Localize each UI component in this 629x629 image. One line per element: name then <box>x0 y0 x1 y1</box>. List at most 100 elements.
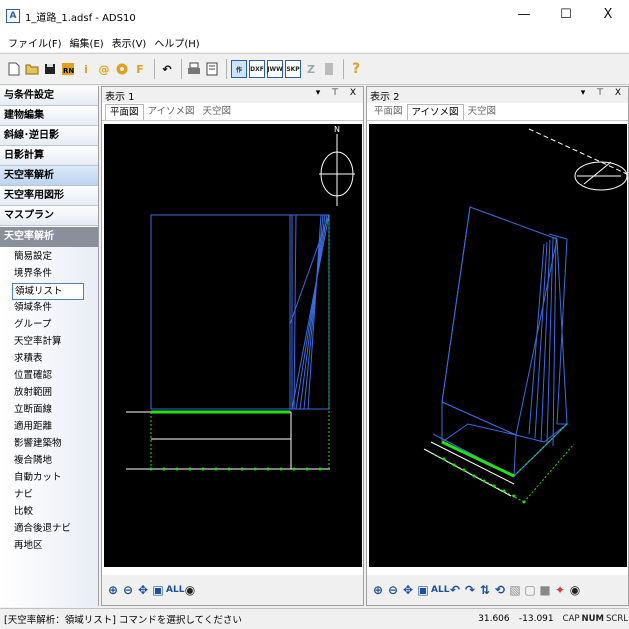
sub-item[interactable]: 複合隣地 <box>0 453 98 470</box>
zoom-window-icon[interactable]: ▣ <box>151 582 165 598</box>
solid-cube-icon[interactable]: ■ <box>538 582 552 598</box>
category-slope-shadow[interactable]: 斜線･逆日影 <box>0 126 98 146</box>
wire-cube-icon[interactable]: ▢ <box>523 582 537 598</box>
z-button[interactable]: Z <box>303 60 319 78</box>
sub-item[interactable]: 簡易設定 <box>0 249 98 266</box>
dxf-button[interactable]: DXF <box>249 60 265 78</box>
skp-button[interactable]: SKP <box>285 60 301 78</box>
status-y-coord: -13.091 <box>518 614 554 624</box>
view-1-controls[interactable]: ▾ ⊤ X <box>316 88 360 98</box>
category-sky-figures[interactable]: 天空率用図形 <box>0 186 98 206</box>
view-panel-2: 表示 2 ▾ ⊤ X 平面図 アイソメ図 天空図 ⊕ ⊖ ✥ ▣ ALL ↶ ↷… <box>366 86 629 606</box>
eye-icon[interactable]: ◉ <box>183 582 197 598</box>
pan-icon[interactable]: ✥ <box>401 582 415 598</box>
sub-item-selected[interactable]: 領域リスト <box>12 283 84 300</box>
toolbar: RN i @ F ↶ 作 DXF JWW SKP Z ? <box>0 53 629 85</box>
category-mass-plan[interactable]: マスプラン <box>0 206 98 226</box>
tab-sky-view[interactable]: 天空図 <box>464 104 501 120</box>
book-icon[interactable] <box>321 60 337 78</box>
maximize-button[interactable]: ☐ <box>545 0 587 32</box>
category-sky-factor[interactable]: 天空率解析 <box>0 166 98 186</box>
view-1-header: 表示 1 ▾ ⊤ X <box>102 87 363 103</box>
gear-icon[interactable] <box>114 60 130 78</box>
zoom-out-icon[interactable]: ⊖ <box>386 582 400 598</box>
close-button[interactable]: X <box>587 0 629 32</box>
sub-item[interactable]: 放射範囲 <box>0 385 98 402</box>
at-icon[interactable]: @ <box>96 60 112 78</box>
sub-item[interactable]: ナビ <box>0 487 98 504</box>
sub-item[interactable]: 求積表 <box>0 351 98 368</box>
jww-button[interactable]: JWW <box>267 60 283 78</box>
menu-file[interactable]: ファイル(F) <box>4 35 66 50</box>
sub-item[interactable]: 立断面線 <box>0 402 98 419</box>
cube-icon[interactable]: ▧ <box>508 582 522 598</box>
view-2-controls[interactable]: ▾ ⊤ X <box>581 88 625 98</box>
tab-plan[interactable]: 平面図 <box>370 104 407 120</box>
zoom-in-icon[interactable]: ⊕ <box>371 582 385 598</box>
menu-view[interactable]: 表示(V) <box>108 35 151 50</box>
eye-icon[interactable]: ◉ <box>568 582 582 598</box>
sub-item[interactable]: 比較 <box>0 504 98 521</box>
tab-plan[interactable]: 平面図 <box>105 104 144 120</box>
svg-text:RN: RN <box>63 67 74 75</box>
status-message: [天空率解析：領域リスト] コマンドを選択してください <box>4 615 242 626</box>
sub-item[interactable]: 位置確認 <box>0 368 98 385</box>
view-1-tabs: 平面図 アイソメ図 天空図 <box>102 103 363 121</box>
sub-panel-header: 天空率解析 <box>0 227 98 247</box>
sub-item[interactable]: 適合後退ナビ <box>0 521 98 538</box>
toolbar-separator <box>226 59 227 79</box>
zoom-all-button[interactable]: ALL <box>431 582 449 598</box>
sub-item[interactable]: 再地区 <box>0 538 98 555</box>
pan-icon[interactable]: ✥ <box>136 582 150 598</box>
new-file-icon[interactable] <box>6 60 22 78</box>
sub-item[interactable]: 影響建築物 <box>0 436 98 453</box>
print-icon[interactable] <box>186 60 202 78</box>
info-icon[interactable]: i <box>78 60 94 78</box>
category-conditions[interactable]: 与条件設定 <box>0 86 98 106</box>
render-icon[interactable]: ✦ <box>553 582 567 598</box>
open-folder-icon[interactable] <box>24 60 40 78</box>
tab-isometric[interactable]: アイソメ図 <box>406 104 464 120</box>
cap-indicator: CAP <box>562 614 580 624</box>
sidebar: 与条件設定 建物編集 斜線･逆日影 日影計算 天空率解析 天空率用図形 マスプラ… <box>0 86 99 607</box>
status-x-coord: 31.606 <box>478 614 510 624</box>
zoom-all-button[interactable]: ALL <box>166 582 184 598</box>
tab-sky-view[interactable]: 天空図 <box>199 104 236 120</box>
rotate-up-icon[interactable]: ⇅ <box>478 582 492 598</box>
zoom-out-icon[interactable]: ⊖ <box>121 582 135 598</box>
save-rn-icon[interactable]: RN <box>60 60 76 78</box>
menu-edit[interactable]: 編集(E) <box>66 35 108 50</box>
f-icon[interactable]: F <box>132 60 148 78</box>
window-title: 1_道路_1.adsf - ADS10 <box>25 12 136 24</box>
save-icon[interactable] <box>42 60 58 78</box>
plan-canvas[interactable]: N <box>104 124 362 567</box>
scrl-indicator: SCRL <box>606 614 628 624</box>
rotate-left-icon[interactable]: ↶ <box>448 582 462 598</box>
zoom-in-icon[interactable]: ⊕ <box>106 582 120 598</box>
document-icon[interactable] <box>204 60 220 78</box>
rotate-down-icon[interactable]: ⟲ <box>493 582 507 598</box>
view-2-header: 表示 2 ▾ ⊤ X <box>367 87 628 103</box>
minimize-button[interactable]: — <box>503 0 545 32</box>
sub-item[interactable]: 天空率計算 <box>0 334 98 351</box>
sub-item[interactable]: 適用距離 <box>0 419 98 436</box>
sub-item[interactable]: 境界条件 <box>0 266 98 283</box>
sub-item[interactable]: グループ <box>0 317 98 334</box>
tab-isometric[interactable]: アイソメ図 <box>144 104 199 120</box>
rotate-right-icon[interactable]: ↷ <box>463 582 477 598</box>
view-1-title: 表示 1 <box>105 91 135 103</box>
create-mode-button[interactable]: 作 <box>231 60 247 78</box>
help-icon[interactable]: ? <box>348 60 364 78</box>
compass-north-label: N <box>334 125 340 134</box>
view-1-footer: ⊕ ⊖ ✥ ▣ ALL ◉ <box>102 575 363 605</box>
sub-item[interactable]: 自動カット <box>0 470 98 487</box>
zoom-window-icon[interactable]: ▣ <box>416 582 430 598</box>
sub-item[interactable]: 領域条件 <box>0 300 98 317</box>
plan-drawing: N <box>126 125 355 471</box>
isometric-canvas[interactable] <box>369 124 628 567</box>
view-2-title: 表示 2 <box>370 91 400 103</box>
category-building-edit[interactable]: 建物編集 <box>0 106 98 126</box>
menu-help[interactable]: ヘルプ(H) <box>150 35 203 50</box>
undo-icon[interactable]: ↶ <box>159 60 175 78</box>
category-shadow-calc[interactable]: 日影計算 <box>0 146 98 166</box>
